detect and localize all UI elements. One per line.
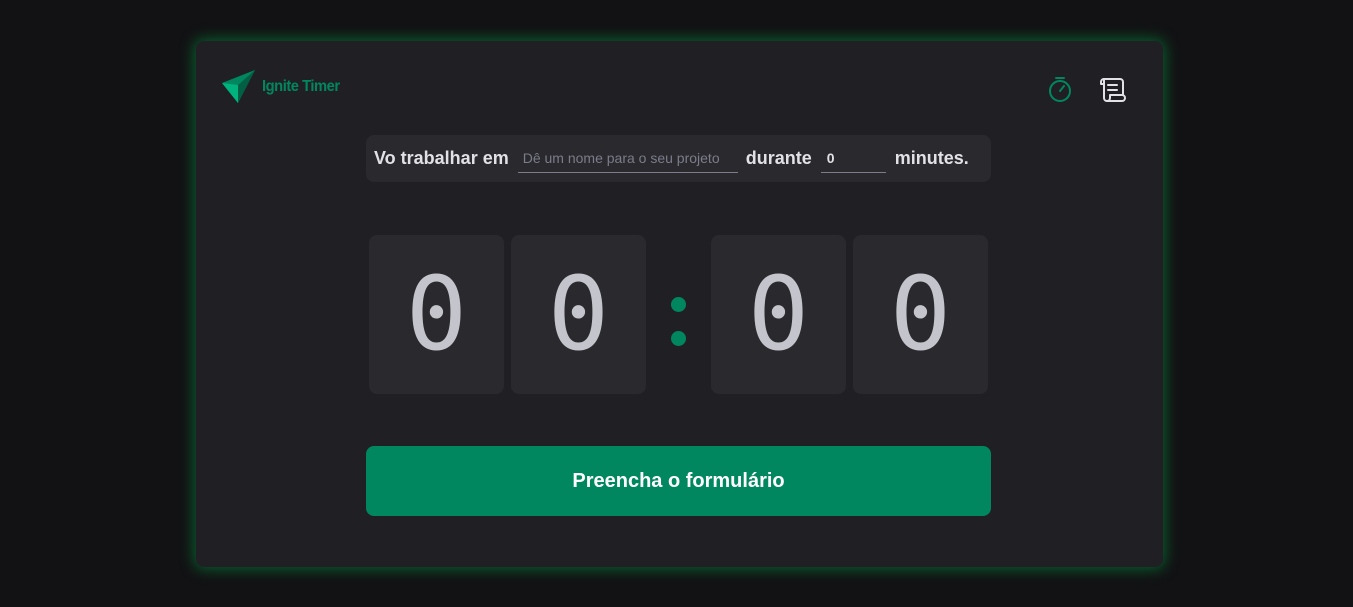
history-scroll-icon (1100, 78, 1126, 102)
separator-dot-top (671, 297, 686, 312)
header: Ignite Timer (220, 69, 1128, 109)
task-input[interactable] (517, 144, 738, 173)
task-form: Vo trabalhar em durante minutes. (366, 135, 991, 182)
start-countdown-button[interactable]: Preencha o formulário (366, 446, 991, 516)
timer-card: Ignite Timer Vo trabalhar em Dê um nome … (196, 41, 1163, 567)
minutes-ones-digit: 0 (511, 235, 646, 394)
task-label: Vo trabalhar em (374, 148, 509, 168)
separator-dot-bottom (671, 331, 686, 346)
logo-icon (222, 70, 255, 103)
countdown-display: 0 0 0 0 (369, 235, 989, 394)
seconds-ones-digit: 0 (853, 235, 988, 394)
main-nav (1044, 69, 1128, 109)
timer-icon (1049, 77, 1071, 102)
logo: Ignite Timer (220, 69, 346, 105)
nav-history-link[interactable] (1096, 73, 1128, 105)
minutes-amount-input[interactable] (820, 144, 886, 173)
logo-text: Ignite Timer (262, 78, 340, 95)
seconds-tens-digit: 0 (711, 235, 846, 394)
duration-label: durante (745, 148, 812, 168)
countdown-separator (667, 235, 691, 394)
minutes-suffix: minutes. (894, 148, 969, 168)
nav-timer-link[interactable] (1044, 73, 1076, 105)
minutes-tens-digit: 0 (369, 235, 504, 394)
